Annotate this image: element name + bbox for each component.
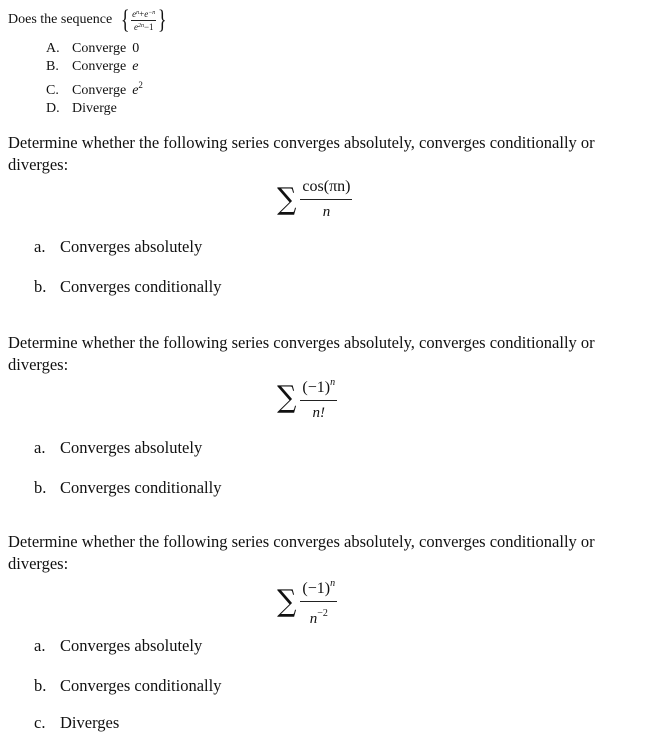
question-2-stem: Determine whether the following series c… [8,133,595,174]
sigma-symbol: ∑ [277,181,297,217]
series-denominator: n−2 [309,608,328,627]
question-1-stem: Does the sequence { en+e−n e2n−1 } [8,5,169,34]
option-d[interactable]: D. Diverge [46,100,143,118]
option-c[interactable]: C. Converge e2 [46,76,143,100]
question-3-stem: Determine whether the following series c… [8,333,595,374]
sigma-symbol: ∑ [277,380,297,415]
series-numerator: (−1)n [300,575,338,602]
question-4-stem: Determine whether the following series c… [8,532,595,573]
series-numerator: (−1)n [300,374,338,401]
question-2-choice-b[interactable]: b. Converges conditionally [34,277,221,297]
question-3-choice-a[interactable]: a. Converges absolutely [34,438,202,458]
series-fraction: (−1)n n−2 [300,575,338,628]
series-numerator: cos(πn) [300,178,353,200]
question-4-series: ∑ (−1)n n−2 [276,575,338,628]
sequence-numerator: en+e−n [131,8,157,21]
sigma-symbol: ∑ [277,583,297,619]
series-denominator: n [322,204,331,220]
question-4-choice-b[interactable]: b. Converges conditionally [34,676,221,696]
question-4-choice-c[interactable]: c. Diverges [34,713,119,733]
question-2-series: ∑ cos(πn) n [276,178,353,221]
option-a[interactable]: A. Converge 0 [46,40,143,58]
sequence-denominator: e2n−1 [133,21,154,32]
right-brace: } [158,5,167,34]
option-b[interactable]: B. Converge e [46,58,143,76]
question-4-choice-a[interactable]: a. Converges absolutely [34,636,202,656]
series-fraction: cos(πn) n [300,178,353,221]
series-fraction: (−1)n n! [300,374,338,422]
left-brace: { [120,5,130,34]
question-2-choice-a[interactable]: a. Converges absolutely [34,237,202,257]
question-3-series: ∑ (−1)n n! [276,374,338,422]
question-3-choice-b[interactable]: b. Converges conditionally [34,478,221,498]
question-1-options: A. Converge 0 B. Converge e C. Converge e2 D. D… [46,40,143,118]
sequence-fraction: en+e−n e2n−1 [131,8,157,32]
sequence-expression: { en+e−n e2n−1 } [119,5,169,34]
series-denominator: n! [312,405,326,421]
question-1-text: Does the sequence [8,12,113,28]
